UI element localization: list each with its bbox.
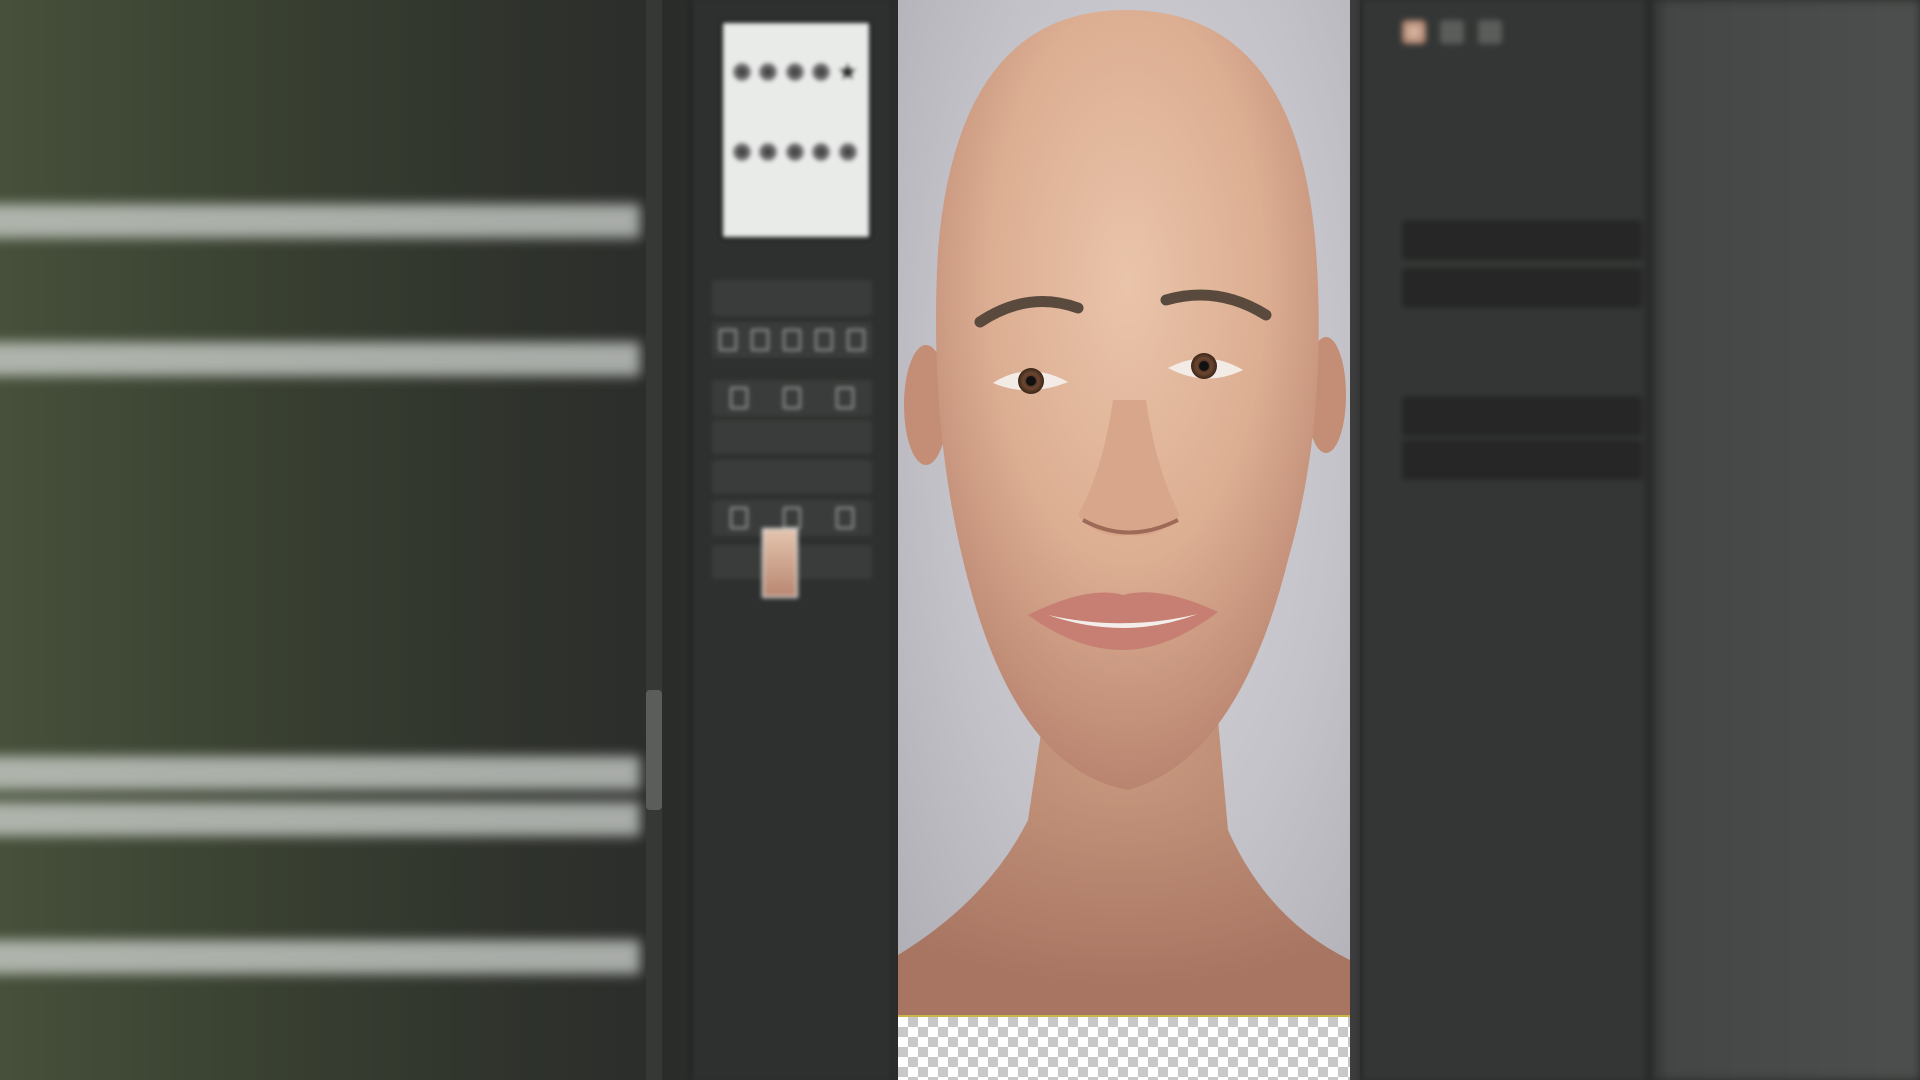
3d-viewport[interactable]	[890, 0, 1360, 1080]
transparency-checker	[898, 1015, 1350, 1080]
outliner-row[interactable]	[0, 756, 640, 790]
property-row[interactable]	[1402, 316, 1642, 356]
brush-swatch[interactable]	[838, 143, 857, 161]
outliner-row[interactable]	[0, 848, 640, 882]
brush-swatch[interactable]	[759, 143, 778, 161]
outliner-row[interactable]	[0, 572, 640, 606]
outliner-list	[0, 0, 680, 1080]
layer-thumbnail[interactable]	[762, 528, 798, 598]
outliner-row[interactable]	[0, 1032, 640, 1066]
tool-icon[interactable]	[836, 387, 855, 409]
outliner-row[interactable]	[0, 204, 640, 238]
star-brush-swatch[interactable]	[838, 63, 857, 80]
brush-preset-preview[interactable]	[720, 20, 872, 240]
brush-icon[interactable]	[1440, 20, 1464, 44]
tool-icon[interactable]	[836, 507, 855, 529]
outliner-row[interactable]	[0, 480, 640, 514]
outliner-row[interactable]	[0, 342, 640, 376]
outliner-row[interactable]	[0, 250, 640, 284]
palette-field[interactable]	[712, 280, 872, 316]
tool-palette	[690, 0, 894, 1080]
outliner-row[interactable]	[0, 618, 640, 652]
outliner-row[interactable]	[0, 894, 640, 928]
outliner-row[interactable]	[0, 112, 640, 146]
brush-swatch[interactable]	[785, 143, 804, 161]
property-row[interactable]	[1402, 484, 1642, 524]
property-row[interactable]	[1402, 268, 1642, 308]
head-render[interactable]	[898, 0, 1350, 1015]
outliner-row[interactable]	[0, 434, 640, 468]
palette-field[interactable]	[712, 420, 872, 454]
outliner-row[interactable]	[0, 526, 640, 560]
lock-icon[interactable]	[815, 329, 833, 351]
properties-toolbar	[1402, 20, 1502, 44]
outliner-row[interactable]	[0, 20, 640, 54]
brush-icon[interactable]	[719, 329, 737, 351]
tool-icon[interactable]	[729, 387, 748, 409]
outliner-scrollbar[interactable]	[646, 0, 662, 1080]
outliner-row[interactable]	[0, 664, 640, 698]
property-row[interactable]	[1402, 590, 1642, 630]
palette-field[interactable]	[712, 460, 872, 494]
outliner-row[interactable]	[0, 388, 640, 422]
properties-panel	[1360, 0, 1662, 1080]
outliner-row[interactable]	[0, 802, 640, 836]
viewport-border	[890, 0, 898, 1080]
palette-toolbar	[712, 322, 872, 358]
tool-icon[interactable]	[782, 387, 801, 409]
property-row[interactable]	[1402, 220, 1642, 260]
property-row[interactable]	[1402, 180, 1642, 220]
outliner-row[interactable]	[0, 158, 640, 192]
properties-scrollbar[interactable]	[1644, 0, 1654, 1080]
head-model	[898, 10, 1350, 1015]
brush-swatch[interactable]	[785, 63, 804, 81]
outliner-row[interactable]	[0, 710, 640, 744]
property-row[interactable]	[1402, 396, 1642, 436]
tool-label-column	[1660, 0, 1920, 1080]
outliner-row[interactable]	[0, 296, 640, 330]
outliner-row[interactable]	[0, 940, 640, 974]
property-row[interactable]	[1402, 356, 1642, 396]
brush-swatch[interactable]	[759, 63, 778, 81]
property-row[interactable]	[1402, 520, 1642, 560]
outliner-row[interactable]	[0, 66, 640, 100]
tool-icon[interactable]	[782, 507, 801, 529]
eraser-icon[interactable]	[751, 329, 769, 351]
brush-swatch[interactable]	[812, 143, 831, 161]
settings-icon[interactable]	[1478, 20, 1502, 44]
brush-swatch[interactable]	[733, 143, 751, 161]
outliner-row[interactable]	[0, 986, 640, 1020]
layers-icon[interactable]	[847, 329, 865, 351]
brush-swatch[interactable]	[812, 63, 831, 81]
property-row[interactable]	[1402, 440, 1642, 480]
face-material-icon[interactable]	[1402, 20, 1426, 44]
tool-icon[interactable]	[729, 507, 748, 529]
outliner-panel	[0, 0, 680, 1080]
palette-toolbar	[712, 380, 872, 416]
property-row[interactable]	[1402, 140, 1642, 180]
photo-of-monitor	[0, 0, 1920, 1080]
smudge-icon[interactable]	[783, 329, 801, 351]
scrollbar-thumb[interactable]	[646, 690, 662, 810]
brush-swatch[interactable]	[733, 63, 751, 81]
